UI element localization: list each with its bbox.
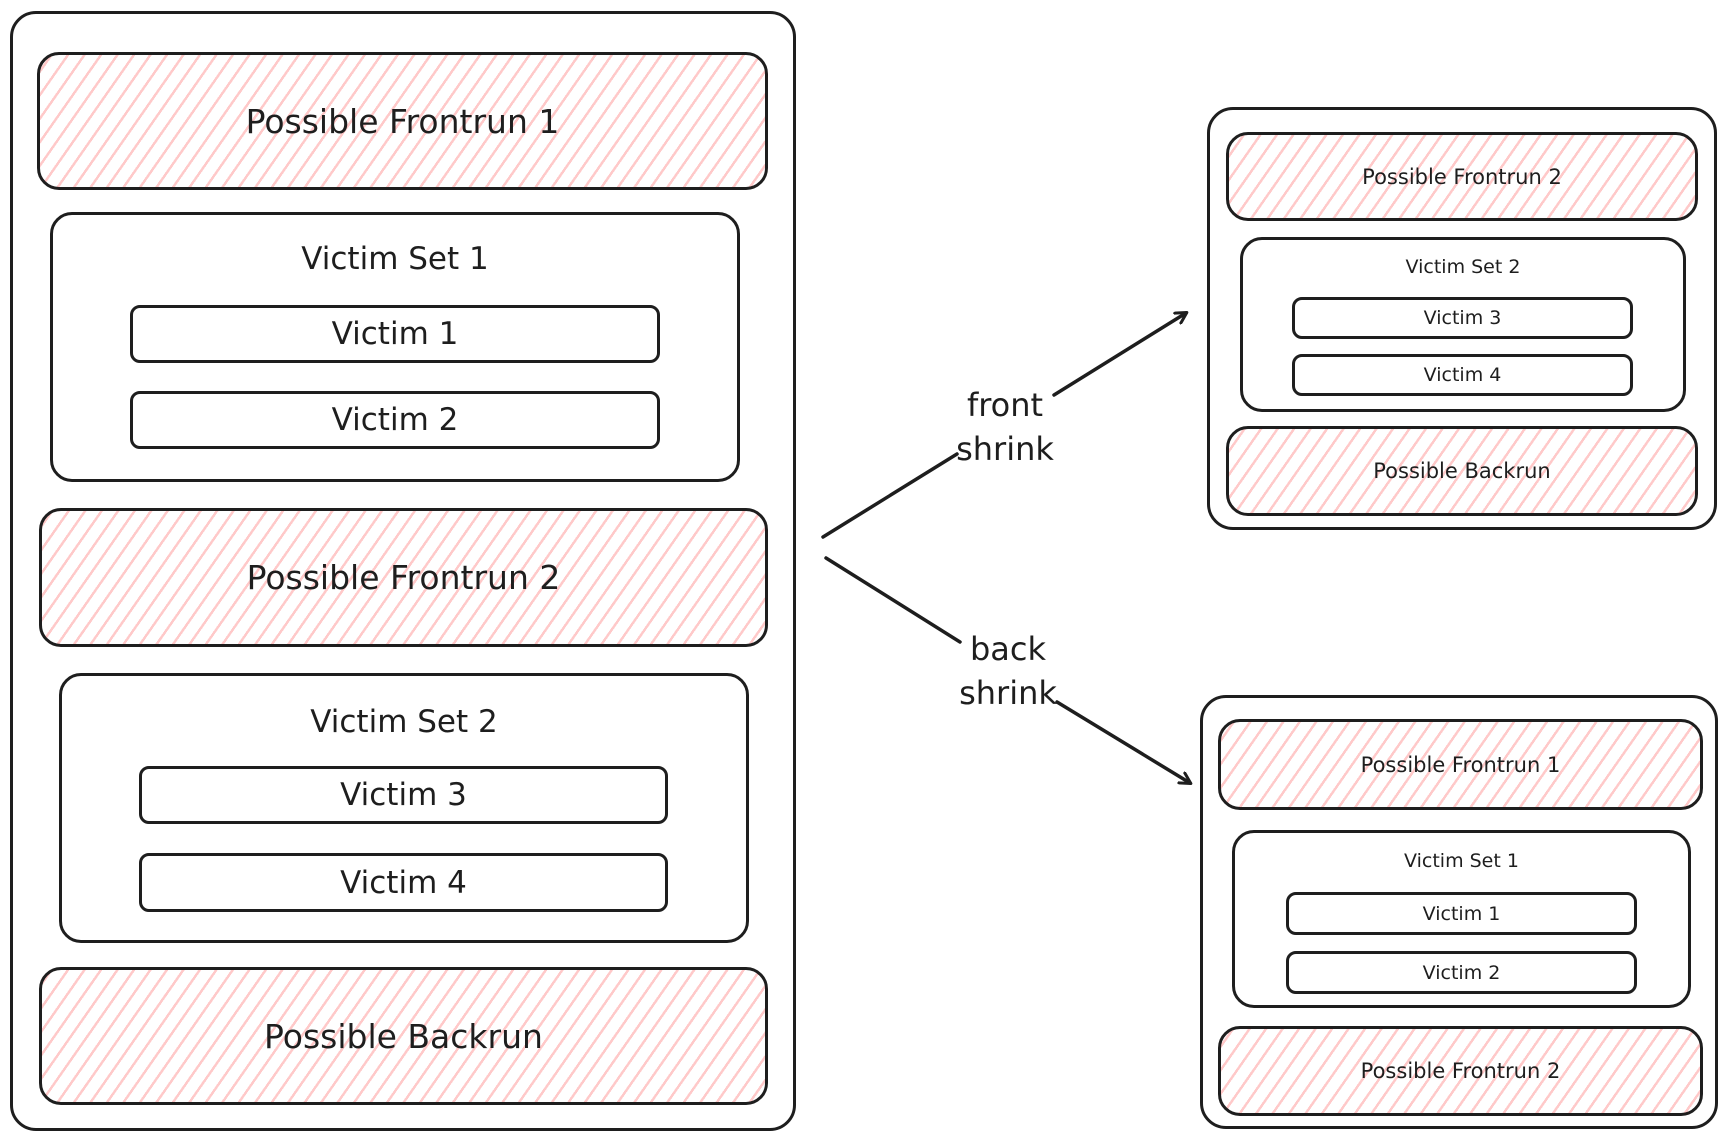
front-shrink-arrow-tail	[821, 452, 959, 539]
front-shrink-backrun-label: Possible Backrun	[1373, 459, 1551, 483]
back-shrink-frontrun[interactable]: Possible Frontrun 1	[1218, 719, 1703, 810]
back-shrink-victim-2[interactable]: Victim 2	[1286, 951, 1637, 994]
front-shrink-label-line1: front	[966, 386, 1044, 424]
front-shrink-victim-3-label: Victim 3	[1423, 307, 1502, 329]
back-shrink-backrun[interactable]: Possible Frontrun 2	[1218, 1026, 1703, 1116]
back-shrink-victim-1-label: Victim 1	[1422, 902, 1501, 925]
back-shrink-label-line1: back	[969, 630, 1047, 668]
front-shrink-label-line2: shrink	[956, 430, 1054, 468]
back-shrink-label: back shrink	[958, 627, 1058, 715]
front-shrink-arrow-head	[1052, 313, 1186, 397]
back-shrink-backrun-label: Possible Frontrun 2	[1360, 1059, 1561, 1083]
back-shrink-frontrun-label: Possible Frontrun 1	[1360, 752, 1561, 777]
back-shrink-arrow-head	[1055, 700, 1190, 783]
front-shrink-victim-3[interactable]: Victim 3	[1292, 297, 1633, 339]
front-shrink-frontrun-label: Possible Frontrun 2	[1362, 164, 1562, 189]
front-shrink-victim-4-label: Victim 4	[1423, 364, 1502, 386]
front-shrink-backrun[interactable]: Possible Backrun	[1226, 426, 1698, 516]
back-shrink-victim-1[interactable]: Victim 1	[1286, 892, 1637, 935]
back-shrink-label-line2: shrink	[959, 674, 1057, 712]
back-shrink-victim-set-title: Victim Set 1	[1404, 850, 1519, 872]
front-shrink-frontrun[interactable]: Possible Frontrun 2	[1226, 132, 1698, 221]
back-shrink-arrow-tail	[824, 556, 962, 644]
front-shrink-victim-4[interactable]: Victim 4	[1292, 354, 1633, 396]
front-shrink-victim-set-title: Victim Set 2	[1405, 256, 1521, 278]
back-shrink-victim-2-label: Victim 2	[1422, 961, 1501, 984]
front-shrink-label: front shrink	[955, 383, 1055, 471]
